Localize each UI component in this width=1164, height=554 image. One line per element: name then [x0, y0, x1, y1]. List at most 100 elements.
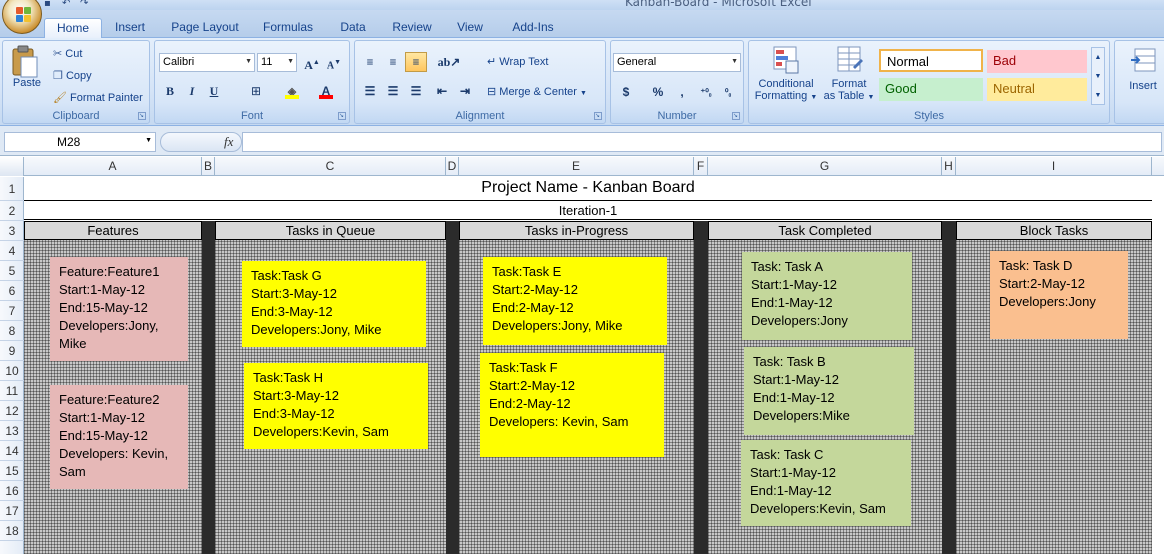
row-header[interactable]: 15 [0, 461, 24, 481]
font-dialog-launcher-icon[interactable]: ↘ [338, 112, 346, 120]
row-header[interactable]: 12 [0, 401, 24, 421]
header-task-completed[interactable]: Task Completed [708, 221, 942, 240]
save-icon[interactable]: ▪ [44, 0, 58, 9]
grow-font-button[interactable]: A▲ [301, 52, 323, 72]
shrink-font-button[interactable]: A▼ [323, 52, 345, 72]
increase-indent-button[interactable]: ⇥ [454, 81, 476, 101]
insert-function-icon[interactable]: fx [224, 134, 233, 150]
style-bad[interactable]: Bad [987, 50, 1087, 73]
alignment-dialog-launcher-icon[interactable]: ↘ [594, 112, 602, 120]
top-align-button[interactable]: ≡ [359, 52, 381, 72]
fill-color-button[interactable]: ◈ [281, 81, 303, 101]
clipboard-dialog-launcher-icon[interactable]: ↘ [138, 112, 146, 120]
row-header[interactable]: 6 [0, 281, 24, 301]
paste-button[interactable]: Paste [9, 45, 45, 95]
row-header[interactable]: 10 [0, 361, 24, 381]
column-header-g[interactable]: G [708, 157, 942, 176]
header-tasks-in-progress[interactable]: Tasks in-Progress [459, 221, 694, 240]
tab-view[interactable]: View [448, 18, 492, 38]
header-block-tasks[interactable]: Block Tasks [956, 221, 1152, 240]
bold-button[interactable]: B [159, 81, 181, 101]
decrease-decimal-button[interactable]: ⁰₀ [717, 82, 739, 102]
name-box[interactable]: M28 ▼ [4, 132, 156, 152]
column-header-b[interactable]: B [202, 157, 215, 176]
row-header[interactable]: 1 [0, 177, 24, 201]
formula-input[interactable] [242, 132, 1162, 152]
align-center-button[interactable]: ☰ [382, 81, 404, 101]
select-all-button[interactable] [0, 157, 24, 176]
tab-page-layout[interactable]: Page Layout [164, 18, 246, 38]
style-good[interactable]: Good [879, 78, 983, 101]
borders-button[interactable]: ⊞ [245, 81, 267, 101]
tab-formulas[interactable]: Formulas [256, 18, 320, 38]
row-header[interactable]: 7 [0, 301, 24, 321]
chevron-down-icon[interactable]: ▼ [145, 137, 152, 144]
tab-data[interactable]: Data [330, 18, 376, 38]
tab-review[interactable]: Review [386, 18, 438, 38]
column-header-i[interactable]: I [956, 157, 1152, 176]
styles-gallery-scroll[interactable]: ▲ ▼ ▼ [1091, 47, 1105, 105]
row-header[interactable]: 5 [0, 261, 24, 281]
chevron-up-icon[interactable]: ▲ [1092, 48, 1104, 67]
board-title[interactable]: Project Name - Kanban Board [24, 177, 1152, 201]
card-task-a[interactable]: Task: Task A Start:1-May-12 End:1-May-12… [742, 252, 912, 340]
column-header-f[interactable]: F [694, 157, 708, 176]
row-header[interactable]: 14 [0, 441, 24, 461]
row-header[interactable]: 13 [0, 421, 24, 441]
number-dialog-launcher-icon[interactable]: ↘ [732, 112, 740, 120]
card-task-g[interactable]: Task:Task G Start:3-May-12 End:3-May-12 … [242, 261, 426, 347]
align-left-button[interactable]: ☰ [359, 81, 381, 101]
more-icon[interactable]: ▼ [1092, 86, 1104, 105]
row-header[interactable]: 2 [0, 201, 24, 221]
chevron-down-icon[interactable]: ▼ [1092, 67, 1104, 86]
card-task-f[interactable]: Task:Task F Start:2-May-12 End:2-May-12 … [480, 353, 664, 457]
undo-icon[interactable]: ↶ [62, 0, 76, 9]
tab-home[interactable]: Home [44, 18, 102, 38]
row-header[interactable]: 3 [0, 221, 24, 241]
row-header[interactable]: 8 [0, 321, 24, 341]
align-right-button[interactable]: ☰ [405, 81, 427, 101]
card-feature2[interactable]: Feature:Feature2 Start:1-May-12 End:15-M… [50, 385, 188, 489]
tab-insert[interactable]: Insert [104, 18, 156, 38]
card-task-e[interactable]: Task:Task E Start:2-May-12 End:2-May-12 … [483, 257, 667, 345]
conditional-formatting-button[interactable]: Conditional Formatting ▼ [753, 45, 819, 102]
insert-cells-button[interactable]: Insert [1121, 45, 1164, 92]
column-header-c[interactable]: C [215, 157, 446, 176]
header-tasks-in-queue[interactable]: Tasks in Queue [215, 221, 446, 240]
card-task-c[interactable]: Task: Task C Start:1-May-12 End:1-May-12… [741, 440, 911, 526]
comma-button[interactable]: , [671, 82, 693, 102]
format-painter-button[interactable]: 🖌 Format Painter [53, 91, 143, 104]
merge-center-button[interactable]: ⊟ Merge & Center ▼ [487, 85, 587, 98]
card-task-h[interactable]: Task:Task H Start:3-May-12 End:3-May-12 … [244, 363, 428, 449]
column-header-h[interactable]: H [942, 157, 956, 176]
style-neutral[interactable]: Neutral [987, 78, 1087, 101]
column-header-e[interactable]: E [459, 157, 694, 176]
card-task-b[interactable]: Task: Task B Start:1-May-12 End:1-May-12… [744, 347, 914, 435]
decrease-indent-button[interactable]: ⇤ [431, 81, 453, 101]
column-header-a[interactable]: A [24, 157, 202, 176]
iteration-label[interactable]: Iteration-1 [24, 201, 1152, 220]
orientation-button[interactable]: ab↗ [435, 52, 463, 72]
row-header[interactable]: 9 [0, 341, 24, 361]
wrap-text-button[interactable]: ↵ Wrap Text [487, 55, 548, 68]
tab-add-ins[interactable]: Add-Ins [502, 18, 564, 38]
row-header[interactable]: 17 [0, 501, 24, 521]
increase-decimal-button[interactable]: ⁺⁰₀ [695, 82, 717, 102]
row-header[interactable]: 16 [0, 481, 24, 501]
underline-button[interactable]: U [203, 81, 225, 101]
copy-button[interactable]: ❐ Copy [53, 69, 92, 82]
column-header-d[interactable]: D [446, 157, 459, 176]
style-normal[interactable]: Normal [879, 49, 983, 72]
font-color-button[interactable]: A [315, 81, 337, 101]
card-feature1[interactable]: Feature:Feature1 Start:1-May-12 End:15-M… [50, 257, 188, 361]
row-header[interactable]: 4 [0, 241, 24, 261]
format-as-table-button[interactable]: Format as Table ▼ [821, 45, 877, 102]
redo-icon[interactable]: ↷ [80, 0, 94, 9]
header-features[interactable]: Features [24, 221, 202, 240]
worksheet-grid[interactable]: Project Name - Kanban Board Iteration-1 … [24, 177, 1164, 554]
italic-button[interactable]: I [181, 81, 203, 101]
row-header[interactable]: 18 [0, 521, 24, 541]
number-format-select[interactable]: General ▼ [613, 53, 741, 72]
row-header[interactable]: 11 [0, 381, 24, 401]
middle-align-button[interactable]: ≡ [382, 52, 404, 72]
